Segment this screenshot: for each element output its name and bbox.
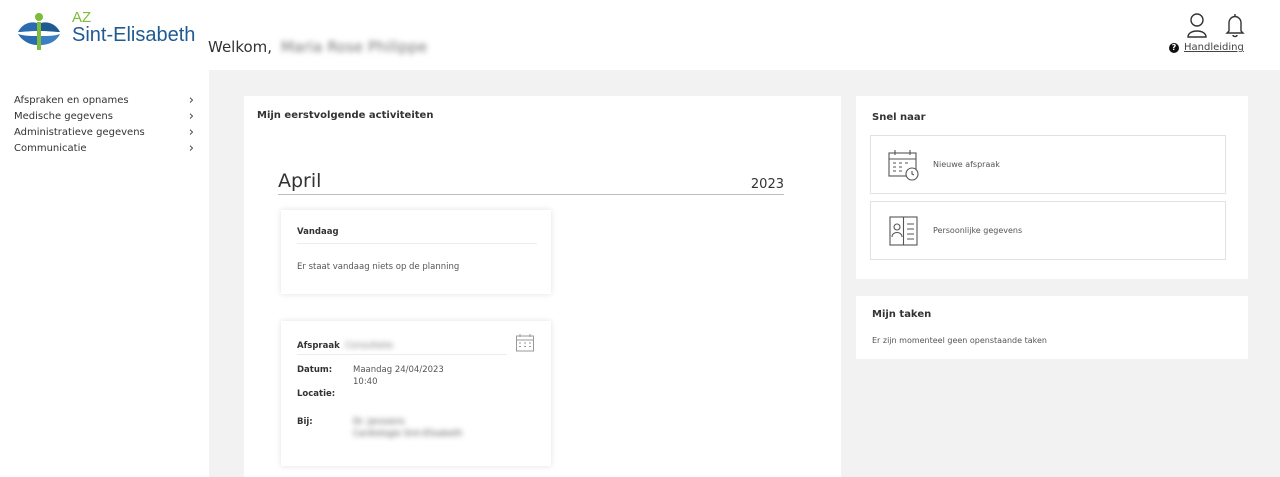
date-key: Datum: [297,365,333,375]
logo-name-text: Sint-Elisabeth [72,24,196,46]
appointment-card[interactable]: Afspraak Consultatie Datum: Maandag 24/0… [281,321,551,466]
user-name: Maria Rose Philippe [280,38,428,56]
chevron-right-icon: › [188,108,194,124]
chevron-right-icon: › [188,124,194,140]
personal-data-label: Persoonlijke gegevens [933,226,1023,235]
quick-links-title: Snel naar [872,112,926,123]
month-label: April [278,170,322,192]
sidebar-item-label: Communicatie [14,142,87,154]
with-value-doctor: Dr. Janssens [353,417,405,427]
with-key: Bij: [297,417,313,427]
user-icon[interactable] [1186,12,1208,38]
calendar-icon[interactable] [515,333,535,353]
help-icon: ? [1169,42,1179,53]
location-key: Locatie: [297,389,336,399]
logo-mark-icon [18,13,60,50]
id-card-icon [889,216,918,246]
new-appointment-label: Nieuwe afspraak [933,160,1000,169]
sidebar-item-communicatie[interactable]: Communicatie › [14,140,194,156]
help-label: Handleiding [1184,42,1244,53]
logo[interactable]: AZ Sint-Elisabeth [14,9,204,52]
tasks-card: Mijn taken Er zijn momenteel geen openst… [856,296,1248,359]
chevron-right-icon: › [188,140,194,156]
today-card: Vandaag Er staat vandaag niets op de pla… [281,210,551,294]
today-label: Vandaag [297,227,339,237]
time-value: 10:40 [353,377,378,387]
help-link[interactable]: ? Handleiding [1169,42,1244,54]
sidebar-item-label: Administratieve gegevens [14,126,145,138]
chevron-right-icon: › [188,92,194,108]
today-message: Er staat vandaag niets op de planning [297,262,460,272]
bell-icon[interactable] [1224,12,1246,38]
sidebar: Afspraken en opnames › Medische gegevens… [14,92,194,156]
year-label: 2023 [750,177,784,192]
tasks-message: Er zijn momenteel geen openstaande taken [872,336,1047,345]
appointment-label: Afspraak [297,341,340,351]
with-value-department: Cardiologie Sint-Elisabeth [353,429,463,439]
divider [297,354,507,355]
header-actions: ? Handleiding [1166,12,1256,60]
calendar-clock-icon [888,150,919,181]
activities-card: Mijn eerstvolgende activiteiten April 20… [244,96,841,477]
activities-title: Mijn eerstvolgende activiteiten [257,110,434,121]
quick-links-card: Snel naar Nieuwe afspraak Persoonlijke g… [856,96,1248,279]
welcome-text: Welkom, Maria Rose Philippe [208,38,427,56]
date-value: Maandag 24/04/2023 [353,365,444,375]
appointment-type: Consultatie [345,341,394,351]
sidebar-item-label: Afspraken en opnames [14,94,129,106]
sidebar-item-afspraken[interactable]: Afspraken en opnames › [14,92,194,108]
personal-data-link[interactable]: Persoonlijke gegevens [870,201,1226,260]
sidebar-item-label: Medische gegevens [14,110,113,122]
sidebar-item-medische-gegevens[interactable]: Medische gegevens › [14,108,194,124]
welcome-label: Welkom, [208,38,273,56]
new-appointment-link[interactable]: Nieuwe afspraak [870,135,1226,194]
tasks-title: Mijn taken [872,309,932,320]
sidebar-item-administratieve-gegevens[interactable]: Administratieve gegevens › [14,124,194,140]
divider [297,243,537,244]
month-header: April 2023 [278,170,784,195]
